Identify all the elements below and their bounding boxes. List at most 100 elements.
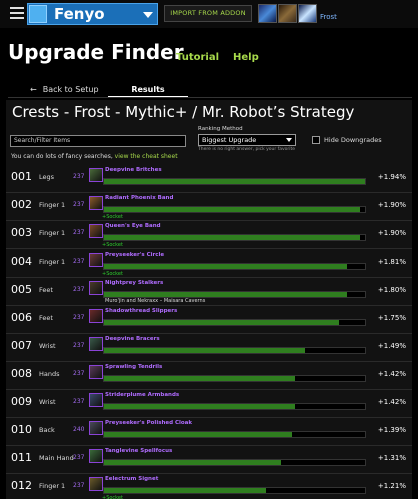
- ranking-method-value: Biggest Upgrade: [202, 136, 257, 144]
- ranking-method-select[interactable]: Biggest Upgrade: [198, 134, 296, 146]
- row-item-level: 237: [73, 454, 85, 461]
- row-slot: Main Hand: [39, 454, 74, 462]
- table-row[interactable]: 007 Wrist 237 Deepvine Bracers +1.49%: [6, 334, 412, 362]
- upgrade-percent: +1.75%: [377, 314, 406, 322]
- table-row[interactable]: 006 Feet 237 Shadowthread Slippers +1.75%: [6, 306, 412, 334]
- cheat-sheet-link[interactable]: view the cheat sheet: [115, 153, 178, 160]
- table-row[interactable]: 005 Feet 237 Nightprey Stalkers Muro'jin and…: [6, 278, 412, 306]
- character-select[interactable]: Fenyo: [27, 3, 158, 25]
- upgrade-bar: [103, 178, 366, 185]
- upgrade-percent: +1.94%: [377, 173, 406, 181]
- hide-downgrades-label: Hide Downgrades: [324, 136, 382, 144]
- row-item-level: 240: [73, 426, 85, 433]
- upgrade-percent: +1.42%: [377, 370, 406, 378]
- upgrade-percent: +1.31%: [377, 454, 406, 462]
- table-row[interactable]: 003 Finger 1 237 Queen's Eye Band +Socket +1.…: [6, 221, 412, 249]
- upgrade-bar-fill: [104, 348, 305, 353]
- frost-spec-icon[interactable]: [298, 4, 317, 23]
- row-item-level: 237: [73, 258, 85, 265]
- upgrade-bar-fill: [104, 432, 292, 437]
- legs-armor-icon[interactable]: [89, 168, 103, 182]
- weapon-icon[interactable]: [278, 4, 297, 23]
- staff-icon[interactable]: [89, 449, 103, 463]
- row-rank: 001: [11, 170, 32, 183]
- item-name-link[interactable]: Preyseeker's Polished Cloak: [105, 420, 192, 426]
- row-slot: Finger 1: [39, 201, 66, 209]
- row-rank: 012: [11, 479, 32, 492]
- table-row[interactable]: 012 Finger 1 237 Eelectrum Signet +Socket +1.…: [6, 474, 412, 499]
- hamburger-menu-icon[interactable]: [10, 7, 24, 19]
- table-row[interactable]: 002 Finger 1 237 Radiant Phoenix Band +Socke…: [6, 193, 412, 221]
- ring-icon[interactable]: [89, 477, 103, 491]
- ring-icon[interactable]: [89, 253, 103, 267]
- gloves-icon[interactable]: [89, 365, 103, 379]
- bracer-icon[interactable]: [89, 393, 103, 407]
- upgrade-percent: +1.21%: [377, 482, 406, 490]
- row-item-level: 237: [73, 286, 85, 293]
- item-name-link[interactable]: Tanglevine Spellfocus: [105, 448, 172, 454]
- hide-downgrades-checkbox[interactable]: [312, 136, 320, 144]
- item-name-link[interactable]: Queen's Eye Band: [105, 223, 161, 229]
- row-rank: 010: [11, 423, 32, 436]
- cloak-icon[interactable]: [89, 421, 103, 435]
- table-row[interactable]: 001 Legs 237 Deepvine Britches +1.94%: [6, 165, 412, 193]
- table-row[interactable]: 011 Main Hand 237 Tanglevine Spellfocus +1.3…: [6, 446, 412, 474]
- item-name-link[interactable]: Deepvine Britches: [105, 167, 162, 173]
- character-name: Fenyo: [54, 5, 105, 23]
- bracer-icon[interactable]: [89, 337, 103, 351]
- upgrade-bar-fill: [104, 235, 360, 240]
- row-item-level: 237: [73, 482, 85, 489]
- table-row[interactable]: 004 Finger 1 237 Preyseeker's Circle +Socket…: [6, 250, 412, 278]
- search-input[interactable]: Search/Filter Items: [10, 135, 186, 147]
- item-name-link[interactable]: Shadowthread Slippers: [105, 308, 177, 314]
- row-slot: Legs: [39, 173, 55, 181]
- upgrade-bar: [103, 291, 366, 298]
- tab-results[interactable]: Results: [108, 80, 188, 98]
- upgrade-bar-fill: [104, 488, 266, 493]
- upgrade-bar: [103, 403, 366, 410]
- item-name-link[interactable]: Preyseeker's Circle: [105, 252, 164, 258]
- ring-icon[interactable]: [89, 196, 103, 210]
- boots-icon[interactable]: [89, 281, 103, 295]
- row-item-level: 237: [73, 229, 85, 236]
- table-row[interactable]: 008 Hands 237 Sprawling Tendrils +1.42%: [6, 362, 412, 390]
- item-name-link[interactable]: Radiant Phoenix Band: [105, 195, 173, 201]
- chevron-down-icon: [286, 138, 292, 142]
- import-from-addon-button[interactable]: IMPORT FROM ADDON: [164, 5, 252, 22]
- character-avatar: [29, 5, 47, 23]
- tutorial-link[interactable]: Tutorial: [176, 52, 219, 63]
- hint-text: You can do lots of fancy searches,: [11, 153, 113, 160]
- tab-divider: [8, 97, 412, 98]
- back-arrow-icon: ←: [30, 85, 37, 94]
- class-icon[interactable]: [258, 4, 277, 23]
- row-rank: 005: [11, 283, 32, 296]
- row-slot: Finger 1: [39, 229, 66, 237]
- table-row[interactable]: 010 Back 240 Preyseeker's Polished Cloak +1.…: [6, 418, 412, 446]
- row-divider: [6, 248, 412, 249]
- upgrade-percent: +1.42%: [377, 398, 406, 406]
- table-row[interactable]: 009 Wrist 237 Striderplume Armbands +1.42%: [6, 390, 412, 418]
- item-name-link[interactable]: Sprawling Tendrils: [105, 364, 162, 370]
- row-slot: Finger 1: [39, 482, 66, 490]
- ring-icon[interactable]: [89, 224, 103, 238]
- ranking-method-note: There is no right answer, pick your favo…: [198, 147, 296, 152]
- item-name-link[interactable]: Eelectrum Signet: [105, 476, 158, 482]
- item-name-link[interactable]: Deepvine Bracers: [105, 336, 160, 342]
- row-item-level: 237: [73, 342, 85, 349]
- boots-icon[interactable]: [89, 309, 103, 323]
- row-item-level: 237: [73, 314, 85, 321]
- row-rank: 007: [11, 339, 32, 352]
- item-name-link[interactable]: Striderplume Armbands: [105, 392, 179, 398]
- help-link[interactable]: Help: [233, 52, 259, 63]
- row-slot: Wrist: [39, 342, 56, 350]
- chevron-down-icon: [143, 12, 153, 18]
- row-item-level: 237: [73, 201, 85, 208]
- row-slot: Hands: [39, 370, 60, 378]
- row-item-level: 237: [73, 370, 85, 377]
- socket-badge: +Socket: [102, 495, 123, 499]
- item-name-link[interactable]: Nightprey Stalkers: [105, 280, 163, 286]
- row-slot: Back: [39, 426, 55, 434]
- back-to-setup-button[interactable]: ← Back to Setup: [30, 85, 99, 94]
- row-rank: 011: [11, 451, 32, 464]
- upgrade-percent: +1.81%: [377, 258, 406, 266]
